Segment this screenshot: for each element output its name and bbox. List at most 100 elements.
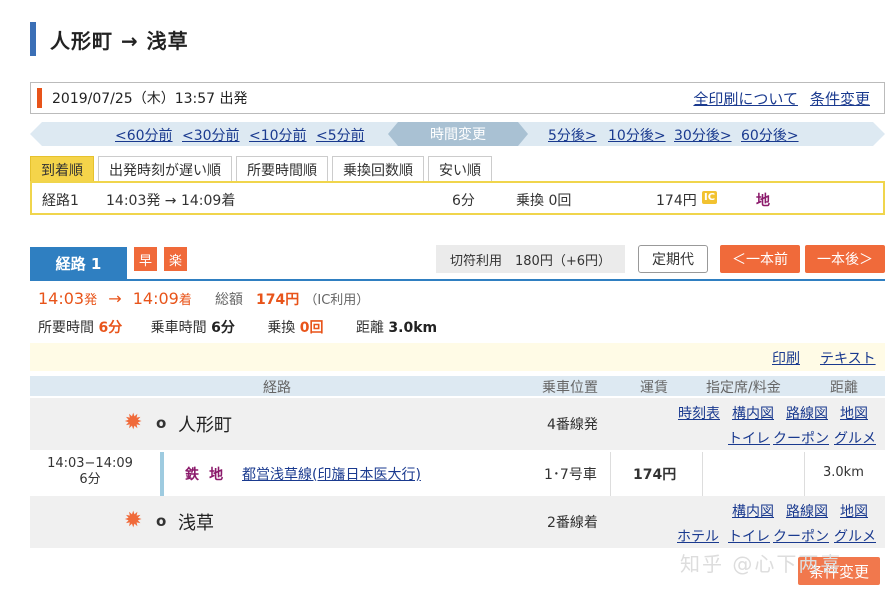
- header-fare: 運賃: [640, 380, 668, 396]
- time-plus-30-link[interactable]: 30分後>: [674, 125, 732, 145]
- departure-datetime: 2019/07/25（木）13:57 出発: [52, 91, 248, 107]
- hotel-link[interactable]: ホテル: [677, 526, 719, 546]
- ride-value: 6分: [211, 320, 235, 336]
- fast-badge: 早: [134, 247, 157, 271]
- time-minus-10-link[interactable]: <10分前: [249, 125, 307, 145]
- toilet-link[interactable]: トイレ: [728, 526, 770, 546]
- ic-card-icon: IC: [702, 191, 718, 204]
- route-detail-tab[interactable]: 経路 1: [30, 247, 127, 279]
- subway-icon: 地: [756, 193, 770, 209]
- gourmet-link[interactable]: グルメ: [834, 428, 876, 448]
- total-fare: 174円: [256, 292, 300, 308]
- segment-duration: 6分: [79, 472, 101, 487]
- line-map-link[interactable]: 路線図: [786, 501, 828, 521]
- depart-suffix: 発: [84, 293, 98, 308]
- time-plus-60-link[interactable]: 60分後>: [741, 125, 799, 145]
- toilet-link[interactable]: トイレ: [728, 428, 770, 448]
- segment-fare: 174円: [633, 467, 677, 483]
- time-minus-60-link[interactable]: <60分前: [115, 125, 173, 145]
- depart-time: 14:03: [38, 289, 85, 308]
- tab-arrival-order[interactable]: 到着順: [30, 156, 94, 182]
- col-divider: [610, 452, 611, 496]
- search-condition-bar: 2019/07/25（木）13:57 出発 全印刷について 条件変更: [30, 82, 885, 114]
- time-minus-5-link[interactable]: <5分前: [316, 125, 365, 145]
- ticket-fare-info: 切符利用 180円（+6円）: [436, 245, 625, 273]
- timenav-left-notch: [30, 122, 42, 146]
- route-list-fare: 174円: [656, 193, 697, 209]
- route-list-times: 14:03発 → 14:09着: [106, 193, 236, 209]
- next-train-button[interactable]: 一本後＞: [805, 245, 885, 273]
- destination-station-row: ✹ o 浅草 2番線着 構内図 路線図 地図 ホテル トイレ クーポン グルメ: [30, 496, 885, 548]
- station-mark-icon: o: [156, 414, 167, 432]
- route-summary: 14:03発 → 14:09着 総額 174円 （IC利用） 所要時間 6分 乗…: [30, 279, 885, 371]
- train-icon: 鉄: [185, 467, 199, 483]
- time-minus-30-link[interactable]: <30分前: [182, 125, 240, 145]
- gourmet-link[interactable]: グルメ: [834, 526, 876, 546]
- commuter-pass-button[interactable]: 定期代: [638, 245, 708, 273]
- ride-label: 乗車時間: [150, 320, 207, 336]
- time-navigation: <60分前 <30分前 <10分前 <5分前 時間変更 5分後> 10分後> 3…: [30, 122, 885, 146]
- destination-station-name: 浅草: [178, 513, 214, 534]
- duration-value: 6分: [98, 320, 123, 336]
- origin-station-name: 人形町: [178, 415, 232, 436]
- sun-icon: ✹: [124, 410, 143, 435]
- print-link[interactable]: 印刷: [772, 348, 800, 368]
- distance-label: 距離: [355, 320, 384, 336]
- time-arrow: →: [108, 289, 122, 308]
- origin-station-row: ✹ o 人形町 4番線発 時刻表 構内図 路線図 地図 トイレ クーポン グルメ: [30, 398, 885, 450]
- segment-icons: 鉄 地: [185, 464, 223, 484]
- route-line-indicator: [160, 452, 164, 496]
- print-all-link[interactable]: 全印刷について: [693, 88, 798, 109]
- header-reserved: 指定席/料金: [706, 380, 781, 396]
- col-divider: [804, 452, 805, 496]
- arrive-time: 14:09: [132, 289, 179, 308]
- map-link[interactable]: 地図: [840, 501, 868, 521]
- header-route: 経路: [263, 380, 291, 396]
- tab-duration[interactable]: 所要時間順: [236, 156, 328, 182]
- header-position: 乗車位置: [542, 380, 598, 396]
- text-link[interactable]: テキスト: [820, 348, 876, 368]
- table-header: 経路 乗車位置 運賃 指定席/料金 距離: [30, 376, 885, 396]
- route-list-item[interactable]: 経路1 14:03発 → 14:09着 6分 乗換 0回 174円 IC 地: [30, 181, 885, 215]
- tab-cheapest[interactable]: 安い順: [428, 156, 492, 182]
- segment-distance: 3.0km: [823, 465, 864, 480]
- segment-time-block: 14:03−14:09 6分: [40, 456, 140, 488]
- total-label: 総額: [214, 292, 243, 308]
- change-condition-link[interactable]: 条件変更: [810, 88, 870, 109]
- destination-platform: 2番線着: [547, 515, 598, 531]
- time-change-label: 時間変更: [388, 122, 528, 146]
- watermark-text: 知乎 @心下两喜: [680, 552, 843, 576]
- summary-footer: 印刷 テキスト: [30, 343, 885, 371]
- transfer-value: 0回: [299, 320, 324, 336]
- summary-stats: 所要時間 6分 乗車時間 6分 乗換 0回 距離 3.0km: [38, 317, 437, 337]
- header-distance: 距離: [830, 380, 858, 396]
- coupon-link[interactable]: クーポン: [773, 526, 829, 546]
- tab-late-departure[interactable]: 出発時刻が遅い順: [98, 156, 232, 182]
- sort-tabs: 到着順 出発時刻が遅い順 所要時間順 乗換回数順 安い順: [30, 156, 492, 182]
- previous-train-button[interactable]: ＜一本前: [720, 245, 800, 273]
- route-list-duration: 6分: [452, 193, 475, 209]
- station-map-link[interactable]: 構内図: [732, 501, 774, 521]
- arrive-suffix: 着: [178, 293, 192, 308]
- route-list-transfers: 乗換 0回: [516, 193, 572, 209]
- line-map-link[interactable]: 路線図: [786, 403, 828, 423]
- coupon-link[interactable]: クーポン: [773, 428, 829, 448]
- route-title: 人形町 → 浅草: [50, 28, 189, 53]
- tab-transfers[interactable]: 乗換回数順: [332, 156, 424, 182]
- summary-times: 14:03発 → 14:09着 総額 174円 （IC利用）: [38, 289, 369, 309]
- sun-icon: ✹: [124, 508, 143, 533]
- station-mark-icon: o: [156, 512, 167, 530]
- page-title: 人形町 → 浅草: [30, 22, 189, 56]
- car-position: 1･7号車: [544, 467, 597, 483]
- total-note: （IC利用）: [304, 293, 370, 308]
- line-name-link[interactable]: 都営浅草線(印旛日本医大行): [242, 464, 421, 484]
- condition-marker: [37, 88, 42, 108]
- map-link[interactable]: 地図: [840, 403, 868, 423]
- time-plus-5-link[interactable]: 5分後>: [548, 125, 597, 145]
- train-segment-row: 14:03−14:09 6分 鉄 地 都営浅草線(印旛日本医大行) 1･7号車 …: [30, 452, 885, 496]
- time-plus-10-link[interactable]: 10分後>: [608, 125, 666, 145]
- timetable-link[interactable]: 時刻表: [678, 403, 720, 423]
- station-map-link[interactable]: 構内図: [732, 403, 774, 423]
- easy-badge: 楽: [164, 247, 187, 271]
- origin-platform: 4番線発: [547, 417, 598, 433]
